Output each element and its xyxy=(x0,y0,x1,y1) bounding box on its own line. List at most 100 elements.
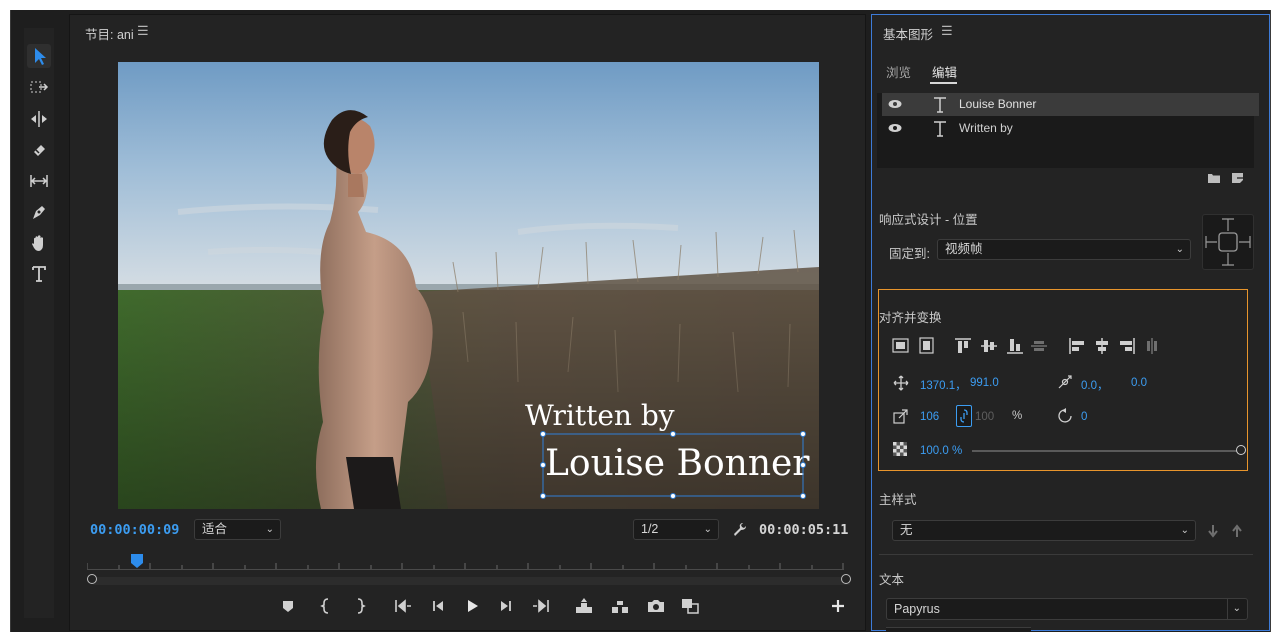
chevron-down-icon: ⌄ xyxy=(265,524,274,535)
zoom-dropdown[interactable]: 适合 ⌄ xyxy=(194,519,281,540)
panel-menu-icon[interactable]: ☰ xyxy=(941,23,953,39)
rotation-icon xyxy=(1058,408,1072,423)
step-back-icon[interactable] xyxy=(427,595,449,617)
tab-edit[interactable]: 编辑 xyxy=(932,62,957,81)
anchor-y-value[interactable]: 0.0 xyxy=(1131,377,1147,389)
font-value: Papyrus xyxy=(894,602,940,616)
anchor-x-value[interactable]: 0.0， xyxy=(1081,377,1109,393)
time-ruler[interactable] xyxy=(86,555,844,570)
align-top-icon[interactable] xyxy=(954,337,972,355)
selection-tool[interactable] xyxy=(27,44,51,68)
tools-panel xyxy=(24,28,54,618)
distribute-horizontal-icon[interactable] xyxy=(1143,337,1161,355)
layer-name: Written by xyxy=(959,121,1013,135)
scale-lock-toggle[interactable] xyxy=(956,405,972,427)
comparison-view-icon[interactable] xyxy=(679,595,701,617)
link-icon xyxy=(960,409,968,423)
align-left-icon[interactable] xyxy=(1068,337,1086,355)
zoom-scrollbar[interactable] xyxy=(93,577,850,585)
layer-name: Louise Bonner xyxy=(959,97,1037,111)
export-frame-icon[interactable] xyxy=(645,595,667,617)
pin-to-dropdown[interactable]: 视频帧 ⌄ xyxy=(937,239,1191,260)
push-up-arrow-icon[interactable] xyxy=(1230,524,1244,538)
step-forward-icon[interactable] xyxy=(495,595,517,617)
type-tool[interactable] xyxy=(27,262,51,286)
play-icon[interactable] xyxy=(461,595,483,617)
panel-title: 基本图形 xyxy=(883,28,934,42)
ripple-edit-tool[interactable] xyxy=(27,107,51,131)
align-center-icon[interactable] xyxy=(1093,337,1111,355)
rotation-value[interactable]: 0 xyxy=(1081,411,1087,423)
position-y-value[interactable]: 991.0 xyxy=(970,377,999,389)
scrollbar-left-handle[interactable] xyxy=(87,574,97,584)
layers-list: Louise Bonner Written by xyxy=(877,93,1259,168)
chevron-down-icon: ⌄ xyxy=(1180,525,1189,536)
text-section-title: 文本 xyxy=(879,573,905,587)
pin-edges-icon xyxy=(1205,218,1251,266)
lift-icon[interactable] xyxy=(573,595,595,617)
extract-icon[interactable] xyxy=(609,595,631,617)
eye-icon[interactable] xyxy=(888,123,902,133)
align-middle-icon[interactable] xyxy=(980,337,998,355)
current-timecode[interactable]: 00:00:00:09 xyxy=(90,522,179,538)
track-select-tool[interactable] xyxy=(27,76,51,100)
opacity-slider-handle[interactable] xyxy=(1236,445,1246,455)
overlay-louise-bonner: Louise Bonner xyxy=(545,443,810,484)
master-style-dropdown[interactable]: 无 ⌄ xyxy=(892,520,1196,541)
scale-unit: % xyxy=(1012,410,1023,422)
new-group-folder-icon[interactable] xyxy=(1207,172,1221,184)
responsive-section-title: 响应式设计 - 位置 xyxy=(879,213,978,227)
mark-out-icon[interactable] xyxy=(349,595,371,617)
new-layer-icon[interactable] xyxy=(1231,171,1244,184)
pin-edges-widget[interactable] xyxy=(1202,214,1254,270)
pin-to-label: 固定到: xyxy=(889,247,930,261)
scale-linked-value: 100 xyxy=(975,411,995,423)
monitor-title: 节目: ani xyxy=(85,28,134,42)
tab-browse[interactable]: 浏览 xyxy=(886,62,911,81)
position-icon xyxy=(893,375,909,391)
video-frame[interactable]: Written by Louise Bonner xyxy=(118,62,819,509)
distribute-vertical-icon[interactable] xyxy=(1030,337,1048,355)
position-x-value[interactable]: 1370.1， xyxy=(920,377,967,393)
wrench-icon[interactable] xyxy=(731,521,747,537)
chevron-down-icon: ⌄ xyxy=(703,524,712,535)
push-down-arrow-icon[interactable] xyxy=(1206,524,1220,538)
mark-in-icon[interactable] xyxy=(315,595,337,617)
layer-item[interactable]: Written by xyxy=(882,117,1259,140)
chevron-down-icon: ⌄ xyxy=(1226,599,1241,619)
resolution-dropdown[interactable]: 1/2 ⌄ xyxy=(633,519,719,540)
font-dropdown[interactable]: Papyrus ⌄ xyxy=(886,598,1248,620)
duration-timecode: 00:00:05:11 xyxy=(759,522,849,538)
master-style-value: 无 xyxy=(900,523,913,537)
chevron-down-icon: ⌄ xyxy=(1175,244,1184,255)
go-to-out-icon[interactable] xyxy=(531,595,553,617)
go-to-in-icon[interactable] xyxy=(391,595,413,617)
opacity-checker-icon xyxy=(893,442,907,456)
zoom-value: 适合 xyxy=(202,522,228,536)
pen-tool[interactable] xyxy=(27,200,51,224)
hand-tool[interactable] xyxy=(27,231,51,255)
razor-tool[interactable] xyxy=(27,138,51,162)
active-tab-underline xyxy=(930,82,957,84)
master-style-title: 主样式 xyxy=(879,493,917,507)
font-style-dropdown-partial[interactable] xyxy=(886,627,1031,632)
align-bottom-icon[interactable] xyxy=(1006,337,1024,355)
layer-item[interactable]: Louise Bonner xyxy=(882,93,1259,116)
align-vertical-center-icon[interactable] xyxy=(892,337,910,355)
overlay-written-by: Written by xyxy=(525,399,675,432)
slip-tool[interactable] xyxy=(27,169,51,193)
scale-icon xyxy=(893,409,908,424)
button-editor-plus-icon[interactable] xyxy=(827,595,849,617)
text-layer-icon xyxy=(934,97,946,113)
text-layer-icon xyxy=(934,121,946,137)
align-horizontal-center-icon[interactable] xyxy=(918,337,936,355)
scale-value[interactable]: 106 xyxy=(920,411,939,423)
monitor-menu-icon[interactable]: ☰ xyxy=(137,23,149,39)
playhead[interactable] xyxy=(130,553,144,569)
add-marker-icon[interactable] xyxy=(277,595,299,617)
opacity-value[interactable]: 100.0 % xyxy=(920,445,962,457)
eye-icon[interactable] xyxy=(888,99,902,109)
opacity-slider-track[interactable] xyxy=(972,450,1240,452)
align-right-icon[interactable] xyxy=(1118,337,1136,355)
scrollbar-right-handle[interactable] xyxy=(841,574,851,584)
